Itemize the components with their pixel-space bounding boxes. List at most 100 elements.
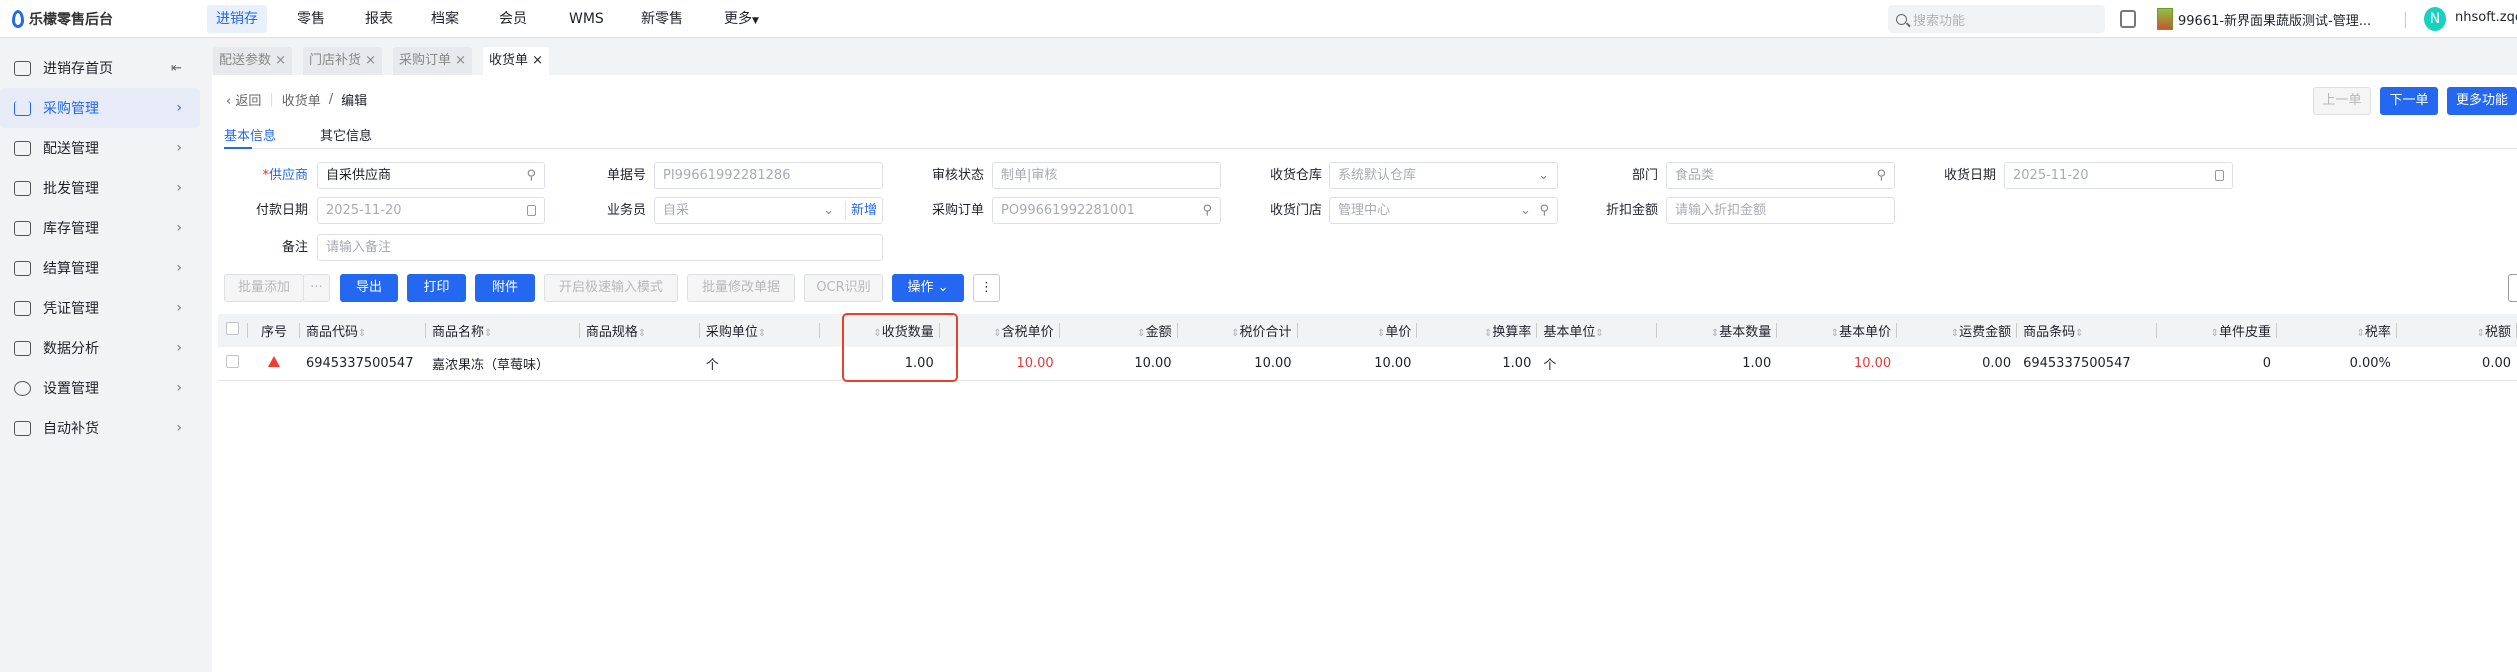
col-purchase-unit[interactable]: 采购单位⇕ bbox=[699, 314, 820, 347]
active-tab-indicator bbox=[224, 147, 252, 149]
department-field[interactable]: 食品类 ⚲ bbox=[1666, 162, 1895, 189]
cell-unit[interactable]: 个 bbox=[699, 347, 820, 381]
tab-delivery-params[interactable]: 配送参数 × bbox=[213, 47, 293, 75]
sidebar-item-replenish[interactable]: 自动补货 › bbox=[0, 408, 200, 448]
discount-input[interactable]: 请输入折扣金额 bbox=[1666, 197, 1895, 224]
batch-add-button[interactable]: 批量添加 bbox=[224, 274, 304, 302]
salesman-select[interactable]: 自采 ⌄ 新增 bbox=[654, 197, 883, 224]
select-all-checkbox[interactable] bbox=[218, 314, 248, 347]
purchase-order-label: 采购订单 bbox=[931, 203, 984, 218]
sidebar-item-stock[interactable]: 库存管理 › bbox=[0, 208, 200, 248]
search-icon[interactable]: ⚲ bbox=[1202, 198, 1212, 223]
replenish-icon bbox=[14, 420, 31, 436]
tab-receipt[interactable]: 收货单 × bbox=[483, 47, 550, 75]
close-icon[interactable]: × bbox=[455, 53, 466, 68]
tab-store-replenish[interactable]: 门店补货 × bbox=[303, 47, 383, 75]
table-row[interactable]: 6945337500547 嘉浓果冻（草莓味） 个 1.00 10.00 10.… bbox=[218, 347, 2517, 381]
close-icon[interactable]: × bbox=[365, 53, 376, 68]
col-base-price[interactable]: ⇕基本单价 bbox=[1777, 314, 1898, 347]
warehouse-select[interactable]: 系统默认仓库 ⌄ bbox=[1329, 162, 1558, 189]
store-select[interactable]: 管理中心 ⌄ ⚲ bbox=[1329, 197, 1558, 224]
nav-member[interactable]: 会员 bbox=[490, 5, 536, 33]
fast-input-mode-button[interactable]: 开启极速输入模式 bbox=[544, 274, 678, 302]
row-checkbox[interactable] bbox=[218, 347, 248, 381]
sidebar-item-voucher[interactable]: 凭证管理 › bbox=[0, 288, 200, 328]
col-tax-total[interactable]: ⇕税价合计 bbox=[1177, 314, 1298, 347]
sort-icon: ⇕ bbox=[757, 328, 767, 339]
col-name[interactable]: 商品名称⇕ bbox=[425, 314, 580, 347]
col-code[interactable]: 商品代码⇕ bbox=[299, 314, 426, 347]
doc-no-field[interactable]: PI99661992281286 bbox=[654, 162, 883, 189]
sidebar-item-delivery[interactable]: 配送管理 › bbox=[0, 128, 200, 168]
store-selector[interactable]: 99661-新界面果蔬版测试-管理... bbox=[2178, 10, 2393, 29]
nav-archive[interactable]: 档案 bbox=[422, 5, 468, 33]
purchase-order-field[interactable]: PO99661992281001 ⚲ bbox=[992, 197, 1221, 224]
col-barcode[interactable]: 商品条码⇕ bbox=[2017, 314, 2158, 347]
pay-date-picker[interactable]: 2025-11-20 bbox=[317, 197, 545, 224]
audit-status-field[interactable]: 制单|审核 bbox=[992, 162, 1221, 189]
printer-icon[interactable] bbox=[2120, 10, 2136, 28]
search-icon[interactable]: ⚲ bbox=[1876, 163, 1886, 188]
print-button[interactable]: 打印 bbox=[407, 274, 466, 302]
function-search-input[interactable]: 搜索功能 bbox=[1888, 5, 2105, 33]
export-button[interactable]: 导出 bbox=[340, 274, 398, 302]
breadcrumb-parent[interactable]: 收货单 bbox=[282, 90, 321, 109]
search-icon[interactable]: ⚲ bbox=[526, 163, 536, 188]
add-salesman-link[interactable]: 新增 bbox=[844, 201, 882, 220]
user-name[interactable]: nhsoft.zqc bbox=[2455, 10, 2517, 25]
supplier-field[interactable]: 自采供应商 ⚲ bbox=[317, 162, 545, 189]
app-logo[interactable]: 乐檬零售后台 bbox=[12, 9, 113, 29]
nav-inventory[interactable]: 进销存 bbox=[207, 5, 267, 33]
sidebar-item-home[interactable]: 进销存首页 ⇤ bbox=[0, 48, 200, 88]
col-spec[interactable]: 商品规格⇕ bbox=[579, 314, 700, 347]
chevron-down-icon: ⌄ bbox=[823, 203, 834, 218]
ocr-button[interactable]: OCR识别 bbox=[804, 274, 883, 302]
col-base-unit[interactable]: 基本单位⇕ bbox=[1537, 314, 1658, 347]
back-link[interactable]: ‹ 返回 bbox=[226, 90, 261, 109]
close-icon[interactable]: × bbox=[532, 53, 543, 68]
sidebar-item-analysis[interactable]: 数据分析 › bbox=[0, 328, 200, 368]
sidebar-item-purchase[interactable]: 采购管理 › bbox=[0, 88, 200, 128]
col-tax-rate[interactable]: ⇕税率 bbox=[2277, 314, 2397, 347]
close-icon[interactable]: × bbox=[275, 53, 286, 68]
col-base-qty[interactable]: ⇕基本数量 bbox=[1657, 314, 1778, 347]
col-freight[interactable]: ⇕运费金额 bbox=[1897, 314, 2018, 347]
side-panel-toggle[interactable] bbox=[2508, 274, 2517, 302]
prev-record-button[interactable]: 上一单 bbox=[2313, 87, 2371, 115]
operate-dropdown-button[interactable]: 操作 ⌄ bbox=[892, 274, 964, 302]
nav-reports[interactable]: 报表 bbox=[356, 5, 402, 33]
search-icon[interactable]: ⚲ bbox=[1539, 198, 1549, 223]
col-amount[interactable]: ⇕金额 bbox=[1059, 314, 1178, 347]
sidebar-item-wholesale[interactable]: 批发管理 › bbox=[0, 168, 200, 208]
col-tax[interactable]: ⇕税额 bbox=[2396, 314, 2517, 347]
cell-receive-qty[interactable]: 1.00 bbox=[819, 347, 940, 381]
batch-add-more-button[interactable]: ··· bbox=[303, 274, 330, 302]
cell-tax-price[interactable]: 10.00 bbox=[939, 347, 1060, 381]
col-price[interactable]: ⇕单价 bbox=[1297, 314, 1418, 347]
nav-new-retail[interactable]: 新零售 bbox=[632, 5, 692, 33]
collapse-sidebar-icon[interactable]: ⇤ bbox=[171, 61, 182, 76]
sidebar-item-settings[interactable]: 设置管理 › bbox=[0, 368, 200, 408]
sidebar-item-settlement[interactable]: 结算管理 › bbox=[0, 248, 200, 288]
sidebar: 进销存首页 ⇤ 采购管理 › 配送管理 › 批发管理 › 库存管理 › 结算管理 › 凭证管… bbox=[0, 38, 212, 672]
col-tare[interactable]: ⇕单件皮重 bbox=[2157, 314, 2277, 347]
col-tax-price[interactable]: ⇕含税单价 bbox=[939, 314, 1060, 347]
nav-wms[interactable]: WMS bbox=[560, 5, 613, 33]
col-rate[interactable]: ⇕换算率 bbox=[1417, 314, 1538, 347]
column-settings-icon[interactable]: ⋮ bbox=[973, 274, 1000, 302]
tab-purchase-order[interactable]: 采购订单 × bbox=[393, 47, 473, 75]
remark-input[interactable]: 请输入备注 bbox=[317, 234, 883, 261]
tab-basic-info[interactable]: 基本信息 bbox=[224, 125, 276, 144]
avatar[interactable]: N bbox=[2424, 7, 2446, 31]
doc-no-label: 单据号 bbox=[606, 168, 646, 183]
tab-other-info[interactable]: 其它信息 bbox=[320, 125, 372, 144]
batch-edit-button[interactable]: 批量修改单据 bbox=[687, 274, 795, 302]
more-functions-button[interactable]: 更多功能 bbox=[2447, 87, 2517, 115]
chevron-down-icon: ⌄ bbox=[1538, 168, 1549, 183]
nav-more[interactable]: 更多▼ bbox=[715, 5, 768, 33]
attachment-button[interactable]: 附件 bbox=[475, 274, 535, 302]
next-record-button[interactable]: 下一单 bbox=[2380, 87, 2438, 115]
col-receive-qty[interactable]: ⇕收货数量 bbox=[819, 314, 940, 347]
receive-date-picker[interactable]: 2025-11-20 bbox=[2004, 162, 2233, 189]
nav-retail[interactable]: 零售 bbox=[288, 5, 334, 33]
